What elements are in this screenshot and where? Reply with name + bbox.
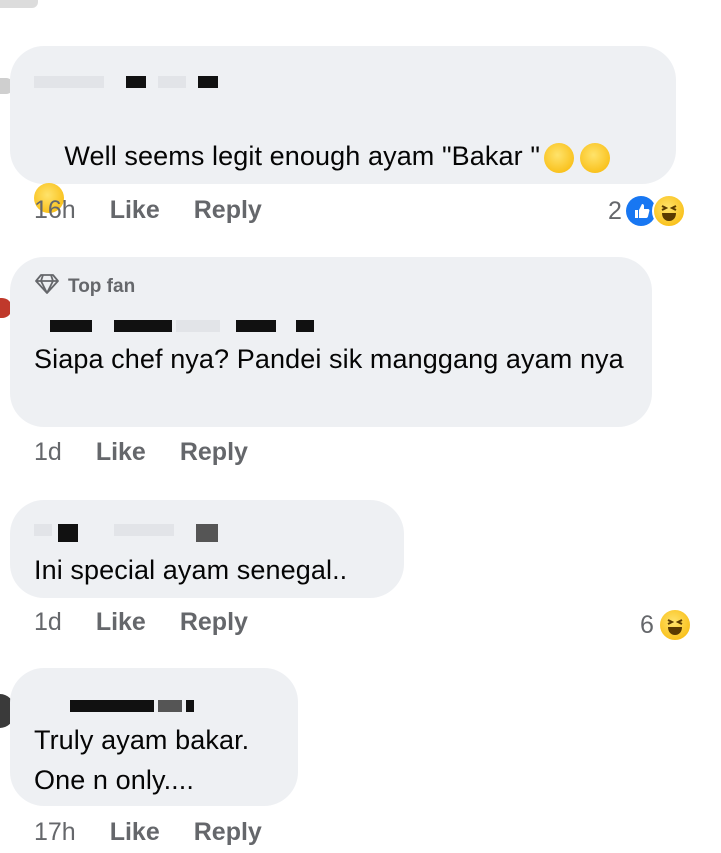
diamond-icon — [34, 273, 60, 301]
redacted-author-name — [70, 700, 210, 714]
comment-text: Ini special ayam senegal.. — [34, 555, 348, 585]
reply-button[interactable]: Reply — [180, 438, 248, 467]
comment-bubble: Top fan Siapa chef nya? Pandei sik mangg… — [10, 257, 652, 427]
reply-button[interactable]: Reply — [194, 196, 262, 225]
comment-actions: 1d Like Reply — [34, 438, 248, 467]
comment-text: Truly ayam bakar. One n only.... — [34, 725, 250, 795]
redacted-author-name — [50, 320, 330, 334]
comment-bubble: Truly ayam bakar. One n only.... — [10, 668, 298, 806]
comment-timestamp: 1d — [34, 608, 62, 636]
top-fan-label: Top fan — [68, 276, 136, 297]
comment-text: Well seems legit enough ayam "Bakar " — [34, 96, 674, 256]
comment-actions: 16h Like Reply — [34, 196, 262, 225]
like-button[interactable]: Like — [96, 608, 146, 637]
comment-timestamp: 1d — [34, 438, 62, 466]
comment-text: Siapa chef nya? Pandei sik manggang ayam… — [34, 344, 624, 374]
laugh-icon — [657, 608, 692, 642]
rolling-on-floor-laughing-icon — [544, 142, 574, 173]
like-button[interactable]: Like — [96, 438, 146, 467]
comment-actions: 1d Like Reply — [34, 608, 248, 637]
comment-actions: 17h Like Reply — [34, 818, 262, 847]
reply-button[interactable]: Reply — [194, 818, 262, 847]
reply-button[interactable]: Reply — [180, 608, 248, 637]
comment-bubble: Well seems legit enough ayam "Bakar " — [10, 46, 676, 213]
like-button[interactable]: Like — [110, 818, 160, 847]
comment-bubble: Ini special ayam senegal.. — [10, 500, 404, 598]
like-button[interactable]: Like — [110, 196, 160, 225]
avatar-fragment — [0, 0, 38, 8]
laugh-icon — [651, 194, 686, 228]
reaction-summary[interactable]: 6 — [640, 608, 692, 642]
reaction-count: 6 — [640, 610, 654, 639]
reaction-count: 2 — [608, 196, 622, 225]
top-fan-badge: Top fan — [34, 273, 135, 301]
rolling-on-floor-laughing-icon — [580, 142, 610, 173]
comment-timestamp: 16h — [34, 196, 76, 224]
reaction-summary[interactable]: 2 — [608, 194, 686, 228]
redacted-author-name — [34, 524, 234, 542]
redacted-author-name — [34, 76, 218, 90]
comment-timestamp: 17h — [34, 818, 76, 846]
